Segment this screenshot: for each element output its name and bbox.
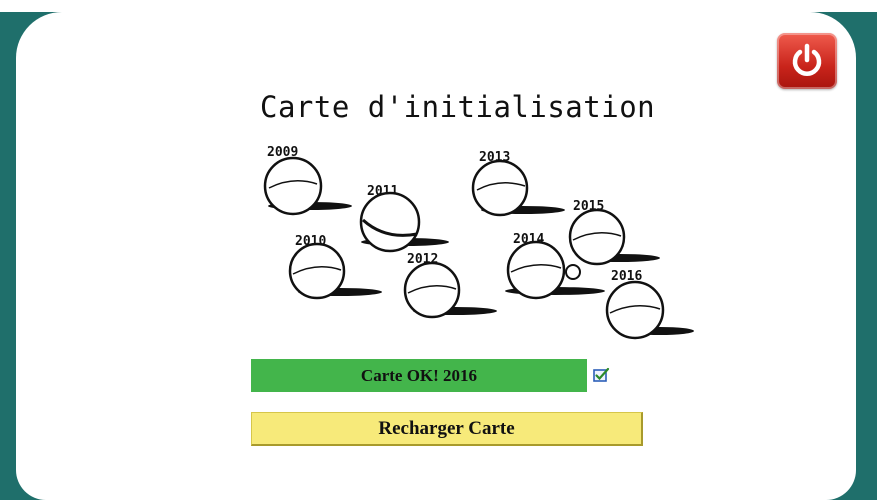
ball-2009: 2009 <box>263 145 352 216</box>
ball-2015: 2015 <box>568 199 660 266</box>
power-button[interactable] <box>777 33 837 89</box>
reload-card-button[interactable]: Recharger Carte <box>251 412 643 446</box>
page-title: Carte d'initialisation <box>260 90 656 124</box>
power-icon <box>792 43 822 76</box>
ball-2016: 2016 <box>605 269 694 340</box>
petanque-balls-illustration: 2009 2011 2013 2015 2010 2012 2014 2016 <box>263 145 694 340</box>
card-status-text: Carte OK! 2016 <box>360 365 478 385</box>
top-border <box>0 0 877 12</box>
ball-2012: 2012 <box>403 252 497 319</box>
checkbox-checked-icon <box>593 367 610 382</box>
ball-2011: 2011 <box>359 184 449 253</box>
card-status-bar: Carte OK! 2016 <box>251 359 587 392</box>
ball-2013: 2013 <box>471 150 565 217</box>
reload-card-label: Recharger Carte <box>378 417 515 439</box>
